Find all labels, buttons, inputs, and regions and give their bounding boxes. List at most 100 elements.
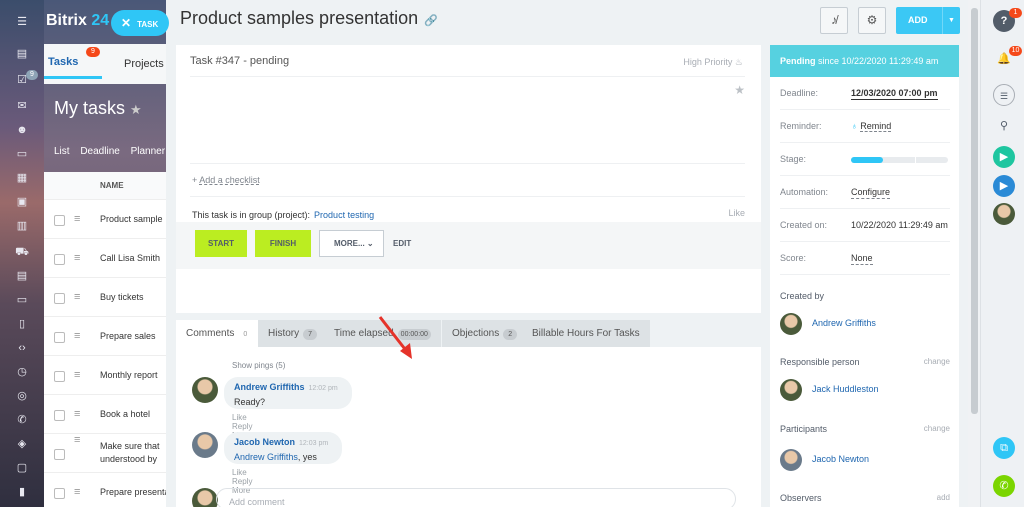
comment-author[interactable]: Jacob Newton — [234, 437, 295, 447]
observers-heading: Observers add — [780, 493, 950, 503]
reply-link[interactable]: Reply — [232, 477, 252, 486]
tab-comments[interactable]: Comments 0 — [176, 320, 263, 348]
stage-bar[interactable] — [851, 157, 948, 163]
scrollbar[interactable] — [968, 0, 980, 507]
add-button[interactable]: ADD ▼ — [896, 7, 960, 34]
add-observer-link[interactable]: add — [937, 493, 950, 502]
start-button[interactable]: START — [195, 230, 247, 257]
group-icon[interactable]: ☻ — [14, 124, 30, 136]
group-link[interactable]: Product testing — [314, 210, 374, 220]
store-icon[interactable]: ▤ — [14, 270, 30, 282]
phone-icon[interactable]: ✆ — [993, 475, 1015, 497]
participants-heading: Participants change — [780, 424, 950, 434]
close-icon: ✕ — [121, 16, 132, 30]
tasks-page-background: Bitrix 24 Tasks 9 Projects My tasks ★ Li… — [44, 0, 166, 507]
deadline-value[interactable]: 12/03/2020 07:00 pm — [851, 87, 938, 100]
like-link[interactable]: Like — [232, 413, 247, 422]
chat-icon[interactable]: ☰ — [993, 84, 1015, 106]
gear-icon: ⚙ — [866, 13, 878, 27]
clock-icon[interactable]: ◷ — [14, 366, 30, 378]
tab-tasks[interactable]: Tasks — [44, 56, 102, 79]
remind-link[interactable]: ♁ Remind — [851, 110, 892, 143]
phone-icon[interactable]: ✆ — [14, 414, 30, 426]
task-row[interactable]: Make sure that understood by — [44, 434, 166, 473]
search-icon[interactable]: ⚲ — [993, 115, 1015, 137]
more-button[interactable]: MORE... ⌄ — [319, 230, 384, 257]
settings-button[interactable]: ⚙ — [858, 7, 886, 34]
column-header-name[interactable]: NAME — [44, 172, 166, 200]
task-row[interactable]: Call Lisa Smith — [44, 239, 166, 278]
score-link[interactable]: None — [851, 252, 873, 265]
comment-bubble: Jacob Newton 12:03 pm Andrew Griffiths, y… — [224, 432, 343, 464]
menu-icon[interactable]: ☰ — [14, 16, 30, 28]
task-slider-panel: Product samples presentation 🔗 ♪̸ ⚙ ADD ▼ … — [166, 0, 968, 507]
change-responsible-link[interactable]: change — [924, 357, 950, 366]
tab-projects[interactable]: Projects — [124, 58, 164, 70]
code-icon[interactable]: ‹› — [14, 342, 30, 354]
avatar[interactable] — [192, 377, 218, 403]
drive-icon[interactable]: ▭ — [14, 148, 30, 160]
score-row: Score: None — [780, 242, 950, 275]
edit-button[interactable]: EDIT — [393, 230, 411, 257]
comment-text: Ready? — [234, 397, 266, 407]
chart-icon[interactable]: ▮ — [14, 486, 30, 498]
copy-icon[interactable]: ⧉ — [993, 437, 1015, 459]
tasks-tabs: Tasks 9 Projects — [44, 44, 166, 84]
chevron-down-icon: ▼ — [948, 17, 955, 24]
cart-icon[interactable]: ⛟ — [14, 246, 30, 258]
tab-billable-hours[interactable]: Billable Hours For Tasks — [522, 320, 650, 347]
task-title: Product samples presentation 🔗 — [180, 8, 438, 28]
task-row[interactable]: Buy tickets — [44, 278, 166, 317]
participant-person[interactable]: Jacob Newton — [780, 449, 950, 471]
change-participants-link[interactable]: change — [924, 424, 950, 433]
responsible-person[interactable]: Jack Huddleston — [780, 379, 950, 401]
avatar[interactable] — [192, 432, 218, 458]
knowledge-icon[interactable]: ▯ — [14, 318, 30, 330]
window-icon[interactable]: ▢ — [14, 462, 30, 474]
finish-button[interactable]: FINISH — [255, 230, 311, 257]
priority-toggle[interactable]: High Priority ♨ — [683, 57, 743, 68]
task-row[interactable]: Prepare sales — [44, 317, 166, 356]
video-call-icon[interactable]: ▶ — [993, 146, 1015, 168]
mute-button[interactable]: ♪̸ — [820, 7, 848, 34]
deadline-row: Deadline: 12/03/2020 07:00 pm — [780, 77, 950, 110]
avatar — [192, 488, 218, 507]
divider — [190, 196, 745, 197]
feed-icon[interactable]: ▤ — [14, 48, 30, 60]
comments-panel: Show pings (5) Andrew Griffiths 12:02 pm … — [176, 347, 761, 507]
mention-link[interactable]: Andrew Griffiths — [234, 452, 298, 462]
star-icon: ★ — [130, 102, 142, 117]
user-avatar[interactable] — [993, 203, 1015, 225]
configure-link[interactable]: Configure — [851, 186, 891, 199]
task-row[interactable]: Product sample — [44, 200, 166, 239]
chat-icon[interactable]: ✉ — [14, 100, 30, 112]
comment-time: 12:02 pm — [308, 385, 338, 392]
task-slider-label[interactable]: ✕ TASK — [111, 10, 169, 36]
show-pings-link[interactable]: Show pings (5) — [232, 361, 285, 370]
inbox-icon[interactable]: ▭ — [14, 294, 30, 306]
add-checklist-link[interactable]: + Add a checklist — [192, 175, 260, 185]
video-conference-icon[interactable]: ▶ — [993, 175, 1015, 197]
avatar — [780, 449, 802, 471]
box-icon[interactable]: ◈ — [14, 438, 30, 450]
crm-icon[interactable]: ▥ — [14, 220, 30, 232]
like-link[interactable]: Like — [728, 208, 745, 218]
bell-off-icon: ♪̸ — [831, 13, 837, 27]
tab-history[interactable]: History 7 — [258, 320, 328, 347]
view-filters[interactable]: List Deadline Planner — [54, 146, 165, 157]
like-link[interactable]: Like — [232, 468, 247, 477]
contacts-icon[interactable]: ▣ — [14, 196, 30, 208]
favorite-star-icon[interactable]: ★ — [734, 83, 745, 97]
link-icon[interactable]: 🔗 — [424, 15, 438, 27]
task-row[interactable]: Book a hotel — [44, 395, 166, 434]
task-row[interactable]: Monthly report — [44, 356, 166, 395]
comment-author[interactable]: Andrew Griffiths — [234, 382, 305, 392]
calendar-icon[interactable]: ▦ — [14, 172, 30, 184]
target-icon[interactable]: ◎ — [14, 390, 30, 402]
tab-objections[interactable]: Objections 2 — [442, 320, 528, 347]
task-list: NAME Product sample Call Lisa Smith Buy … — [44, 172, 166, 507]
task-row[interactable]: Prepare presentation — [44, 473, 166, 507]
reply-link[interactable]: Reply — [232, 422, 252, 431]
add-comment-input[interactable]: Add comment — [216, 488, 736, 507]
created-by-person[interactable]: Andrew Griffiths — [780, 313, 950, 335]
